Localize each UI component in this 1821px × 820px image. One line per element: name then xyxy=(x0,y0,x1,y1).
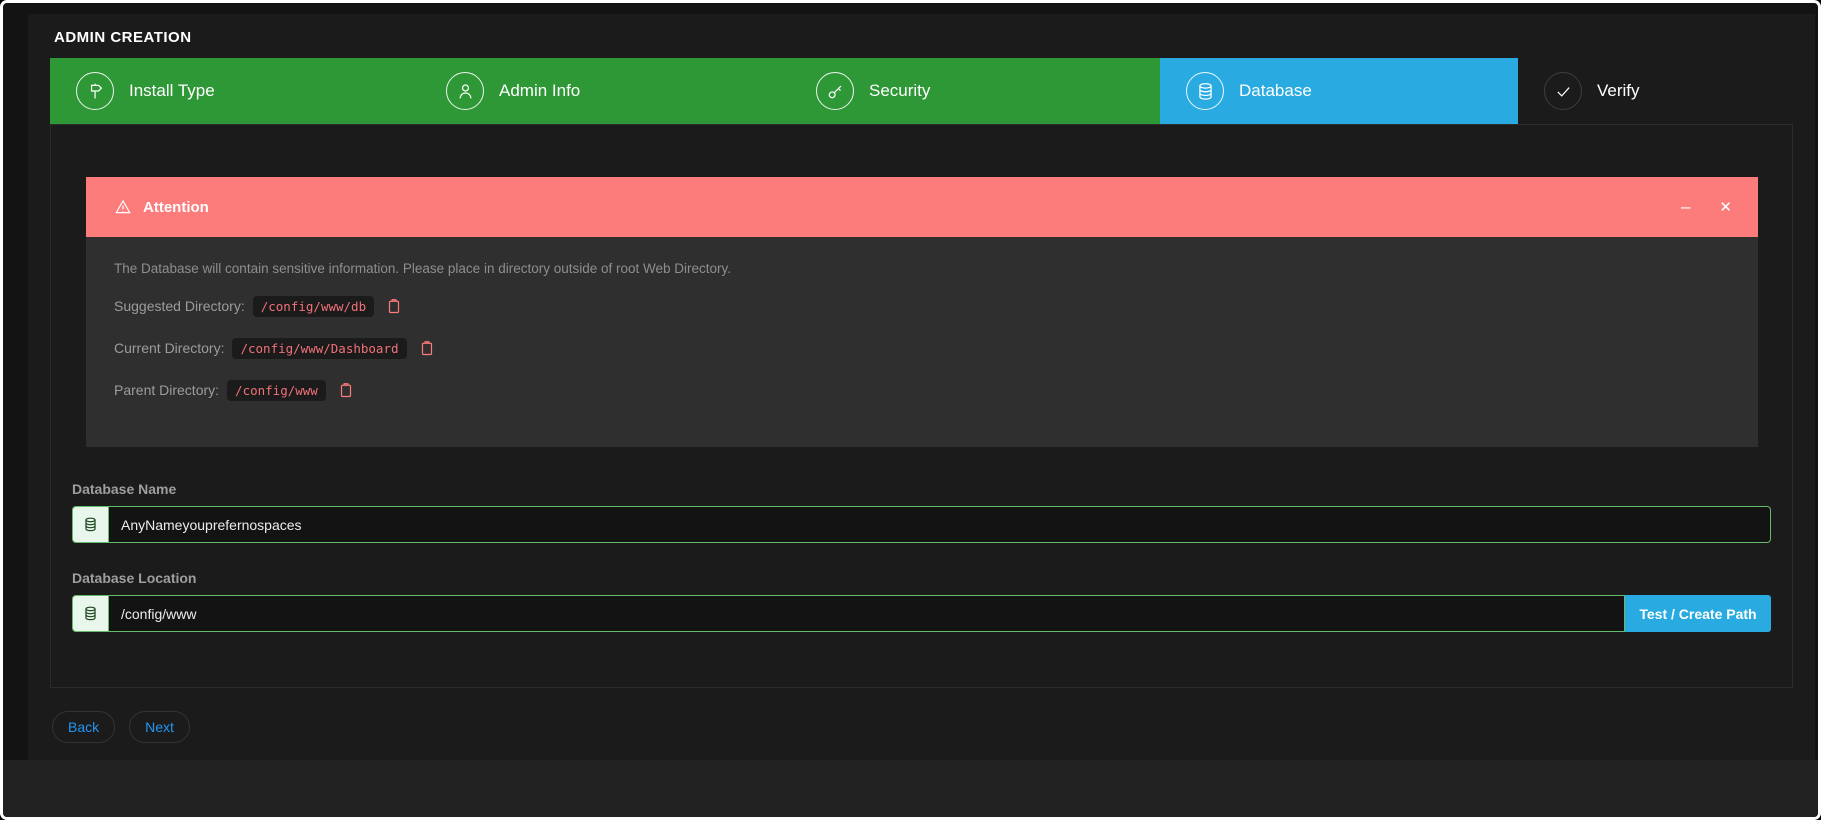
admin-creation-card: ADMIN CREATION Install Type Admin Info xyxy=(28,14,1815,760)
back-button[interactable]: Back xyxy=(52,711,115,743)
signpost-icon xyxy=(76,72,114,110)
check-icon xyxy=(1544,72,1582,110)
database-name-field: Database Name xyxy=(72,481,1771,543)
step-install-type[interactable]: Install Type xyxy=(50,58,420,124)
directory-label: Parent Directory: xyxy=(114,382,219,398)
step-label: Security xyxy=(869,81,930,101)
copy-icon[interactable] xyxy=(385,297,403,316)
user-icon xyxy=(446,72,484,110)
alert-body: The Database will contain sensitive info… xyxy=(86,237,1758,447)
attention-alert: Attention – ✕ The Database will contain … xyxy=(86,177,1758,447)
directory-row: Suggested Directory: /config/www/db xyxy=(114,294,1730,318)
step-label: Install Type xyxy=(129,81,215,101)
footer-band xyxy=(3,760,1818,817)
database-icon xyxy=(72,595,109,632)
step-verify[interactable]: Verify xyxy=(1518,58,1793,124)
directory-path-chip: /config/www/db xyxy=(253,296,374,317)
step-database[interactable]: Database xyxy=(1160,58,1518,124)
database-name-input[interactable] xyxy=(109,506,1771,543)
step-label: Verify xyxy=(1597,81,1640,101)
database-location-field: Database Location Test / Create Path xyxy=(72,570,1771,632)
copy-icon[interactable] xyxy=(418,339,436,358)
database-icon xyxy=(72,506,109,543)
close-icon[interactable]: ✕ xyxy=(1719,198,1732,216)
step-label: Admin Info xyxy=(499,81,580,101)
copy-icon[interactable] xyxy=(337,381,355,400)
warning-icon xyxy=(114,198,132,216)
test-create-path-button[interactable]: Test / Create Path xyxy=(1625,595,1771,632)
field-label: Database Location xyxy=(72,570,1771,586)
database-location-input[interactable] xyxy=(109,595,1625,632)
directory-label: Suggested Directory: xyxy=(114,298,245,314)
directory-row: Parent Directory: /config/www xyxy=(114,378,1730,402)
directory-label: Current Directory: xyxy=(114,340,224,356)
alert-message: The Database will contain sensitive info… xyxy=(114,261,1730,276)
field-label: Database Name xyxy=(72,481,1771,497)
database-icon xyxy=(1186,72,1224,110)
next-button[interactable]: Next xyxy=(129,711,190,743)
wizard-steps: Install Type Admin Info Security xyxy=(50,58,1793,124)
directory-path-chip: /config/www/Dashboard xyxy=(232,338,406,359)
app-window: ADMIN CREATION Install Type Admin Info xyxy=(0,0,1821,820)
alert-header: Attention – ✕ xyxy=(86,177,1758,237)
step-security[interactable]: Security xyxy=(790,58,1160,124)
step-admin-info[interactable]: Admin Info xyxy=(420,58,790,124)
directory-path-chip: /config/www xyxy=(227,380,326,401)
step-label: Database xyxy=(1239,81,1312,101)
page-title: ADMIN CREATION xyxy=(54,29,1793,46)
directory-row: Current Directory: /config/www/Dashboard xyxy=(114,336,1730,360)
key-icon xyxy=(816,72,854,110)
tab-content-pane: Attention – ✕ The Database will contain … xyxy=(50,124,1793,688)
wizard-actions: Back Next xyxy=(50,711,1793,743)
minimize-icon[interactable]: – xyxy=(1681,197,1690,217)
alert-title: Attention xyxy=(143,199,209,216)
